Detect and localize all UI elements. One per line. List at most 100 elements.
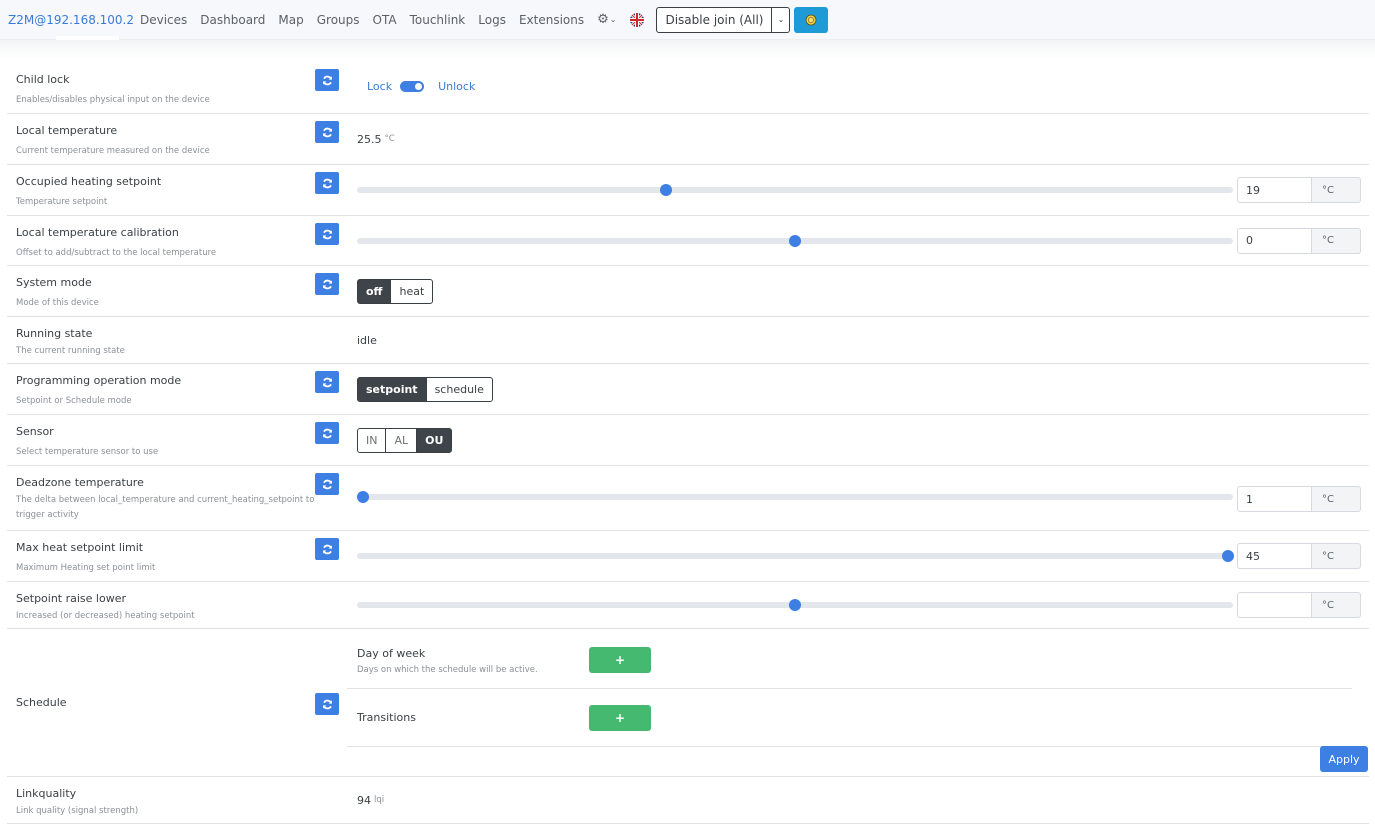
row-description: The delta between local_temperature and … — [16, 495, 315, 520]
deadzone-input[interactable] — [1237, 486, 1312, 512]
refresh-button[interactable] — [315, 223, 339, 245]
calibration-slider[interactable] — [357, 234, 1233, 247]
refresh-button[interactable] — [315, 693, 339, 715]
row-title: Sensor — [16, 425, 54, 438]
theme-toggle-button[interactable] — [794, 6, 829, 33]
mode-heat-button[interactable]: heat — [390, 278, 434, 304]
row-deadzone-temperature: Deadzone temperature The delta between l… — [7, 466, 1369, 531]
system-mode-group: off heat — [357, 278, 434, 304]
uk-flag-icon[interactable] — [630, 12, 645, 27]
child-lock-toggle[interactable] — [400, 81, 425, 92]
row-linkquality: Linkquality Link quality (signal strengt… — [7, 777, 1369, 824]
row-sensor: Sensor Select temperature sensor to use … — [7, 415, 1369, 466]
linkquality-unit: lqi — [374, 795, 385, 805]
refresh-button[interactable] — [315, 69, 339, 91]
refresh-button[interactable] — [315, 121, 339, 143]
row-description: Maximum Heating set point limit — [16, 563, 156, 573]
nav-ota[interactable]: OTA — [373, 13, 397, 27]
settings-dropdown[interactable]: ⚙ ⌄ — [597, 12, 616, 27]
slider-handle[interactable] — [789, 234, 801, 247]
refresh-icon — [322, 479, 332, 489]
refresh-button[interactable] — [315, 422, 339, 444]
disable-join-button[interactable]: Disable join (All) — [656, 6, 773, 33]
row-description: Increased (or decreased) heating setpoin… — [16, 611, 195, 621]
nav-dashboard[interactable]: Dashboard — [200, 13, 265, 27]
row-max-heat-setpoint-limit: Max heat setpoint limit Maximum Heating … — [7, 531, 1369, 582]
sensor-ou-button[interactable]: OU — [416, 427, 453, 453]
row-title: Deadzone temperature — [16, 476, 144, 489]
row-description: Enables/disables physical input on the d… — [16, 95, 210, 105]
sensor-in-button[interactable]: IN — [357, 427, 387, 453]
slider-handle[interactable] — [789, 599, 801, 611]
mode-schedule-button[interactable]: schedule — [425, 376, 493, 402]
brand-link[interactable]: Z2M@192.168.100.2 — [8, 13, 134, 27]
row-title: Max heat setpoint limit — [16, 541, 144, 554]
row-programming-operation-mode: Programming operation mode Setpoint or S… — [7, 364, 1369, 415]
apply-button[interactable]: Apply — [1320, 746, 1368, 772]
slider-handle[interactable] — [660, 184, 673, 196]
schedule-day-of-week: Day of week Days on which the schedule w… — [347, 629, 1352, 689]
lock-label[interactable]: Lock — [367, 80, 392, 93]
schedule-editor: Day of week Days on which the schedule w… — [347, 629, 1369, 776]
local-temperature-value: 25.5 — [357, 132, 382, 146]
setpoint-slider[interactable] — [357, 184, 1233, 196]
raise-lower-input[interactable] — [1237, 592, 1312, 618]
join-dropdown-toggle[interactable]: ⌄ — [772, 6, 791, 33]
slider-handle[interactable] — [1221, 550, 1234, 562]
max-heat-input[interactable] — [1237, 543, 1312, 569]
field-title: Transitions — [357, 711, 416, 724]
row-title: Schedule — [16, 696, 67, 709]
row-title: Programming operation mode — [16, 374, 182, 387]
nav-touchlink[interactable]: Touchlink — [410, 13, 466, 27]
add-transition-button[interactable]: + — [589, 704, 651, 731]
row-title: Linkquality — [16, 787, 77, 800]
nav-map[interactable]: Map — [278, 13, 303, 27]
refresh-icon — [322, 699, 332, 709]
nav-devices[interactable]: Devices — [140, 13, 187, 27]
refresh-icon — [322, 178, 332, 188]
refresh-icon — [322, 279, 332, 289]
permit-join-group: Disable join (All) ⌄ — [656, 6, 791, 33]
row-title: Setpoint raise lower — [16, 592, 126, 605]
refresh-button[interactable] — [315, 172, 339, 194]
mode-off-button[interactable]: off — [357, 278, 392, 304]
refresh-button[interactable] — [315, 273, 339, 295]
unit-label: °C — [1312, 592, 1361, 618]
refresh-icon — [322, 544, 332, 554]
raise-lower-slider[interactable] — [357, 599, 1233, 611]
calibration-input[interactable] — [1237, 227, 1312, 254]
nav-groups[interactable]: Groups — [317, 13, 360, 27]
sensor-al-button[interactable]: AL — [385, 427, 418, 453]
refresh-icon — [322, 75, 332, 85]
nav-extensions[interactable]: Extensions — [519, 13, 584, 27]
slider-handle[interactable] — [357, 491, 370, 503]
mode-setpoint-button[interactable]: setpoint — [357, 376, 427, 402]
refresh-button[interactable] — [315, 538, 339, 560]
unit-label: °C — [1312, 227, 1361, 254]
deadzone-slider[interactable] — [357, 491, 1233, 503]
row-description: The current running state — [16, 346, 125, 356]
setpoint-input[interactable] — [1237, 177, 1312, 203]
chevron-down-icon: ⌄ — [777, 15, 785, 24]
row-description: Link quality (signal strength) — [16, 806, 139, 816]
max-heat-slider[interactable] — [357, 550, 1234, 562]
header-shadow — [0, 40, 1375, 60]
refresh-button[interactable] — [315, 473, 339, 495]
refresh-button[interactable] — [315, 371, 339, 393]
row-title: Local temperature calibration — [16, 226, 179, 239]
unlock-label[interactable]: Unlock — [438, 80, 475, 93]
refresh-icon — [322, 229, 332, 239]
nav-logs[interactable]: Logs — [478, 13, 506, 27]
row-schedule: Schedule Day of week Days on which the s… — [7, 629, 1369, 777]
linkquality-value: 94 — [357, 793, 371, 807]
unit-label: °C — [1312, 486, 1361, 512]
refresh-icon — [322, 428, 332, 438]
add-day-button[interactable]: + — [589, 647, 651, 673]
refresh-icon — [322, 377, 332, 387]
active-tab-indicator — [56, 36, 119, 40]
row-title: Child lock — [16, 73, 70, 86]
refresh-icon — [322, 127, 332, 137]
sensor-group: IN AL OU — [357, 427, 453, 453]
row-local-temperature-calibration: Local temperature calibration Offset to … — [7, 216, 1369, 266]
local-temperature-unit: °C — [384, 134, 395, 144]
